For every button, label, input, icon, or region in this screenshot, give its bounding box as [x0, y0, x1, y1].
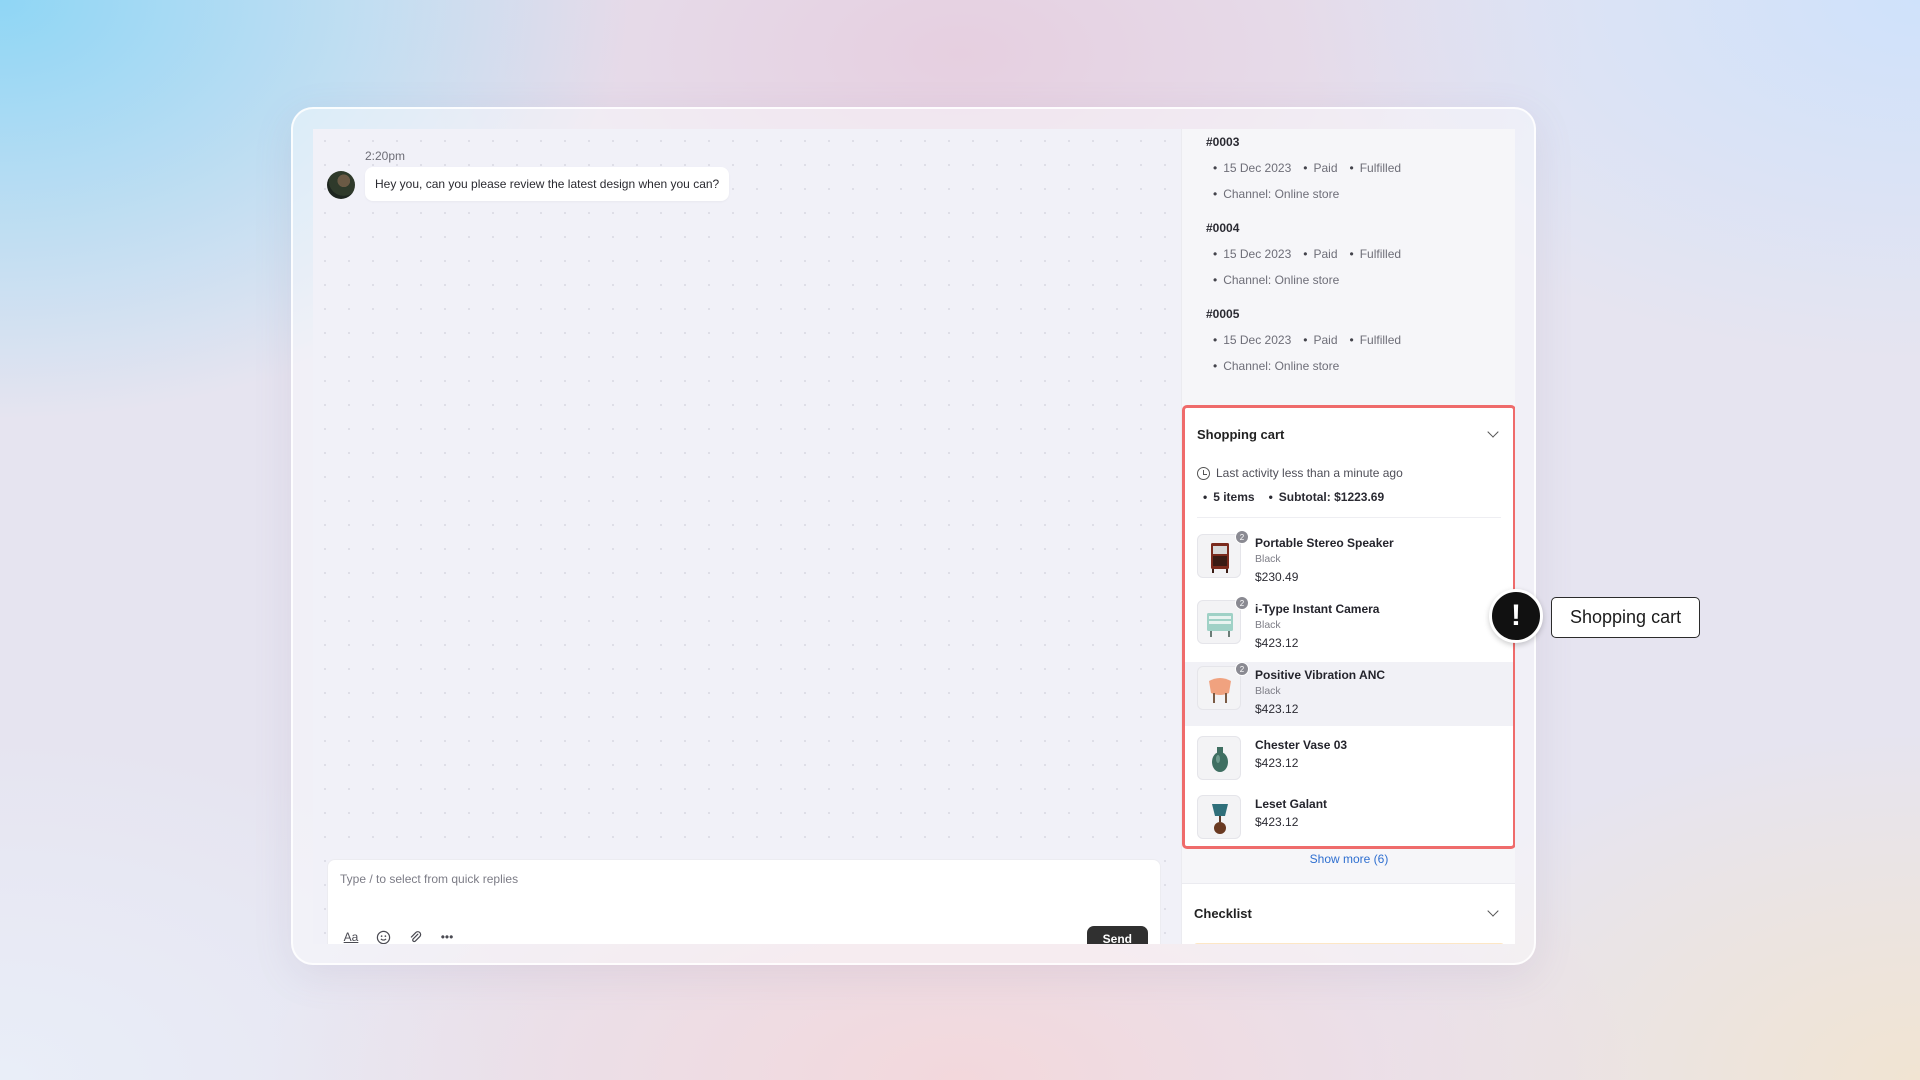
- product-thumbnail: [1197, 600, 1241, 644]
- checklist-title: Checklist: [1194, 906, 1252, 921]
- order-channel: Channel: Online store: [1213, 359, 1339, 373]
- cart-item[interactable]: 2 Positive Vibration ANC Black $423.12: [1185, 662, 1513, 726]
- order-fulfillment-status: Fulfilled: [1350, 161, 1401, 175]
- checklist-progress-bar: [1194, 943, 1504, 944]
- product-thumbnail: [1197, 736, 1241, 780]
- cart-summary: 5 items Subtotal: $1223.69: [1203, 490, 1384, 504]
- order-meta: 15 Dec 2023 Paid Fulfilled: [1206, 161, 1401, 175]
- order-date: 15 Dec 2023: [1213, 247, 1291, 261]
- order-id: #0003: [1206, 135, 1240, 149]
- composer-toolbar: Aa •••: [342, 928, 456, 944]
- composer-placeholder: Type / to select from quick replies: [340, 872, 519, 886]
- product-price: $423.12: [1255, 636, 1299, 650]
- product-thumbnail: [1197, 666, 1241, 710]
- cart-activity-text: Last activity less than a minute ago: [1216, 466, 1403, 480]
- cart-subtotal: Subtotal: $1223.69: [1269, 490, 1384, 504]
- send-button[interactable]: Send: [1086, 926, 1148, 944]
- order-id: #0005: [1206, 307, 1240, 321]
- product-name: Portable Stereo Speaker: [1255, 536, 1394, 550]
- product-name: Chester Vase 03: [1255, 738, 1348, 752]
- order-payment-status: Paid: [1303, 247, 1337, 261]
- product-variant: Black: [1255, 619, 1281, 631]
- order-channel-line: Channel: Online store: [1206, 187, 1401, 201]
- order-item[interactable]: #0003 15 Dec 2023 Paid Fulfilled Channel…: [1206, 135, 1401, 201]
- message-timestamp: 2:20pm: [365, 149, 406, 163]
- checklist-panel: Checklist: [1182, 883, 1515, 944]
- message-bubble: Hey you, can you please review the lates…: [365, 167, 730, 201]
- divider: [1197, 517, 1501, 518]
- product-thumbnail: [1197, 534, 1241, 578]
- order-id: #0004: [1206, 221, 1240, 235]
- app-window: 2:20pm Hey you, can you please review th…: [313, 129, 1515, 944]
- more-options-icon[interactable]: •••: [438, 928, 456, 944]
- chevron-down-icon[interactable]: [1487, 426, 1499, 438]
- callout-label: Shopping cart: [1551, 597, 1701, 638]
- order-fulfillment-status: Fulfilled: [1350, 333, 1401, 347]
- product-name: i-Type Instant Camera: [1255, 602, 1380, 616]
- cart-title: Shopping cart: [1197, 427, 1285, 442]
- product-thumbnail: [1197, 795, 1241, 839]
- order-item[interactable]: #0004 15 Dec 2023 Paid Fulfilled Channel…: [1206, 221, 1401, 287]
- chevron-down-icon[interactable]: [1487, 905, 1499, 917]
- clock-icon: [1197, 466, 1210, 480]
- cart-item[interactable]: Leset Galant $423.12: [1185, 791, 1513, 855]
- cart-item[interactable]: Chester Vase 03 $423.12: [1185, 732, 1513, 796]
- attachment-icon[interactable]: [406, 928, 424, 944]
- product-variant: Black: [1255, 553, 1281, 565]
- product-price: $423.12: [1255, 756, 1299, 770]
- product-price: $423.12: [1255, 815, 1299, 829]
- product-price: $230.49: [1255, 570, 1299, 584]
- order-meta: 15 Dec 2023 Paid Fulfilled: [1206, 247, 1401, 261]
- order-payment-status: Paid: [1303, 333, 1337, 347]
- message-composer[interactable]: Type / to select from quick replies Aa •…: [327, 859, 1161, 944]
- order-date: 15 Dec 2023: [1213, 161, 1291, 175]
- text-format-icon[interactable]: Aa: [342, 928, 360, 944]
- cart-item[interactable]: 2 Portable Stereo Speaker Black $230.49: [1185, 530, 1513, 594]
- order-meta: 15 Dec 2023 Paid Fulfilled: [1206, 333, 1401, 347]
- order-channel: Channel: Online store: [1213, 187, 1339, 201]
- order-item[interactable]: #0005 15 Dec 2023 Paid Fulfilled Channel…: [1206, 307, 1401, 373]
- product-price: $423.12: [1255, 702, 1299, 716]
- show-more-link[interactable]: Show more (6): [1182, 852, 1515, 866]
- quantity-badge: 2: [1235, 662, 1249, 676]
- cart-item[interactable]: 2 i-Type Instant Camera Black $423.12: [1185, 596, 1513, 660]
- order-channel: Channel: Online store: [1213, 273, 1339, 287]
- order-fulfillment-status: Fulfilled: [1350, 247, 1401, 261]
- cart-activity: Last activity less than a minute ago: [1197, 466, 1403, 480]
- order-channel-line: Channel: Online store: [1206, 359, 1401, 373]
- chat-panel: 2:20pm Hey you, can you please review th…: [313, 129, 1181, 944]
- shopping-cart-panel: Shopping cart Last activity less than a …: [1182, 405, 1515, 849]
- quantity-badge: 2: [1235, 530, 1249, 544]
- emoji-icon[interactable]: [374, 928, 392, 944]
- order-payment-status: Paid: [1303, 161, 1337, 175]
- quantity-badge: 2: [1235, 596, 1249, 610]
- product-name: Leset Galant: [1255, 797, 1328, 811]
- customer-sidebar: #0003 15 Dec 2023 Paid Fulfilled Channel…: [1181, 129, 1515, 944]
- product-name: Positive Vibration ANC: [1255, 668, 1386, 682]
- cart-item-count: 5 items: [1203, 490, 1254, 504]
- avatar: [327, 171, 355, 199]
- order-channel-line: Channel: Online store: [1206, 273, 1401, 287]
- product-variant: Black: [1255, 685, 1281, 697]
- alert-icon: !: [1489, 589, 1543, 643]
- order-date: 15 Dec 2023: [1213, 333, 1291, 347]
